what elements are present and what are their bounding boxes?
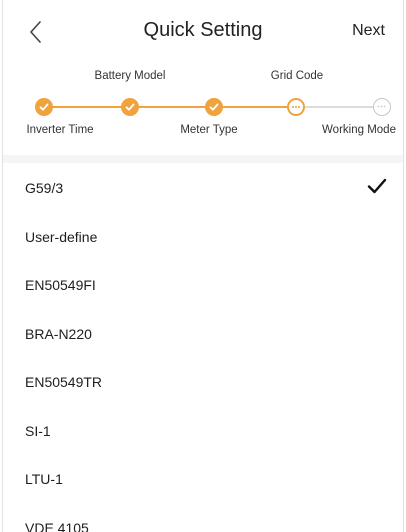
phone-screen: Quick Setting Next Inverter Time Battery…	[2, 0, 404, 532]
ellipsis-icon	[292, 106, 300, 108]
step-connector	[296, 106, 382, 108]
check-icon	[209, 103, 219, 111]
list-item-label: User-define	[25, 228, 98, 245]
step-node-inverter-time	[35, 98, 53, 116]
list-item-label: VDE 4105	[25, 519, 89, 532]
header: Quick Setting Next	[3, 0, 403, 60]
list-item-bra-n220[interactable]: BRA-N220	[3, 309, 403, 358]
list-item-label: G59/3	[25, 180, 64, 196]
list-item-label: EN50549FI	[25, 277, 96, 293]
check-icon	[39, 103, 49, 111]
step-connector	[130, 106, 214, 108]
step-connector	[214, 106, 296, 108]
page-title: Quick Setting	[143, 19, 263, 41]
grid-code-list: G59/3 User-define EN50549FI BRA-N220 EN5…	[3, 163, 403, 532]
list-item-label: SI-1	[25, 422, 51, 439]
list-item-ltu-1[interactable]: LTU-1	[3, 454, 403, 503]
list-item-g59-3[interactable]: G59/3	[3, 163, 403, 212]
step-connector	[44, 106, 130, 108]
step-node-battery-model	[121, 98, 139, 116]
step-node-grid-code	[287, 98, 305, 116]
step-node-meter-type	[205, 98, 223, 116]
step-label-working-mode: Working Mode	[322, 124, 396, 136]
check-icon	[125, 103, 135, 111]
next-button[interactable]: Next	[352, 22, 385, 40]
list-item-en50549fi[interactable]: EN50549FI	[3, 260, 403, 309]
progress-stepper: Inverter Time Battery Model Meter Type G…	[3, 60, 403, 155]
checkmark-icon	[367, 178, 387, 194]
list-item-si-1[interactable]: SI-1	[3, 406, 403, 455]
list-item-label: EN50549TR	[25, 374, 103, 390]
list-item-label: BRA-N220	[25, 325, 92, 342]
step-label-battery-model: Battery Model	[94, 70, 166, 82]
list-item-label: LTU-1	[25, 471, 63, 487]
list-item-user-define[interactable]: User-define	[3, 212, 403, 261]
list-item-en50549tr[interactable]: EN50549TR	[3, 357, 403, 406]
step-label-inverter-time: Inverter Time	[26, 124, 94, 136]
section-divider	[3, 155, 403, 163]
list-item-vde-4105[interactable]: VDE 4105	[3, 503, 403, 532]
step-label-grid-code: Grid Code	[270, 70, 324, 82]
step-node-working-mode	[373, 98, 391, 116]
step-label-meter-type: Meter Type	[180, 124, 238, 136]
ellipsis-icon	[377, 105, 386, 108]
